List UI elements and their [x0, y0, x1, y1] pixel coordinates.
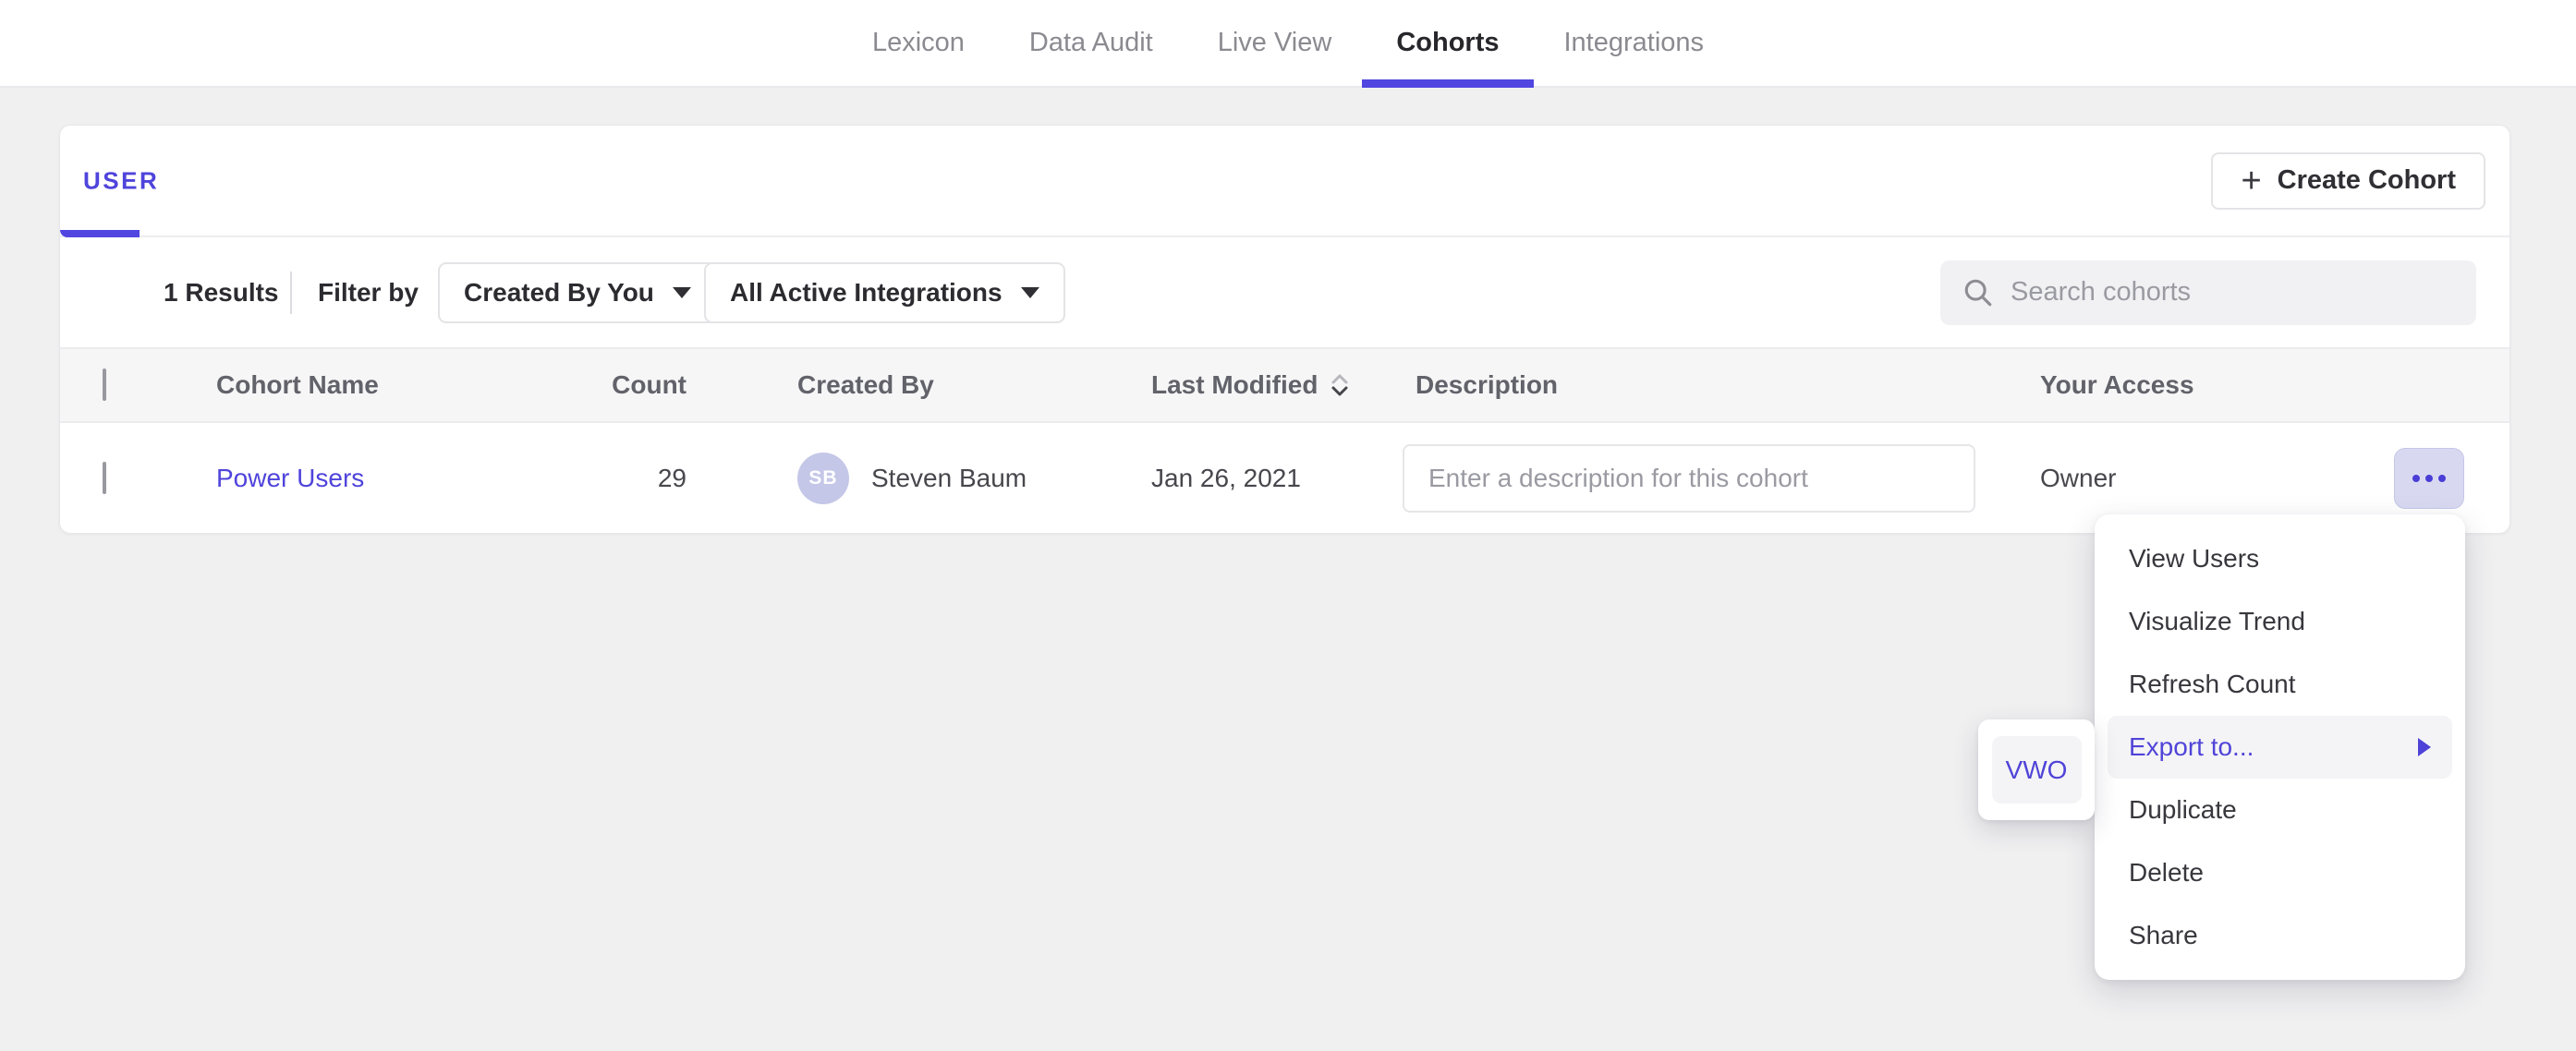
row-actions-menu: View Users Visualize Trend Refresh Count… — [2095, 514, 2465, 980]
plus-icon: + — [2241, 163, 2261, 199]
select-all-checkbox[interactable] — [103, 368, 106, 401]
export-submenu: VWO — [1978, 719, 2095, 820]
menu-item-label: Duplicate — [2129, 795, 2237, 825]
nav-tab-label: Cohorts — [1396, 28, 1499, 58]
menu-item-label: Share — [2129, 921, 2198, 950]
nav-tab-label: Lexicon — [872, 28, 965, 58]
header-created-by: Created By — [797, 370, 934, 400]
created-by-name: Steven Baum — [871, 464, 1027, 493]
menu-item-label: Refresh Count — [2129, 670, 2296, 699]
menu-item-label: Visualize Trend — [2129, 607, 2305, 636]
menu-item-refresh-count[interactable]: Refresh Count — [2108, 653, 2452, 716]
caret-down-icon — [1021, 287, 1039, 298]
header-description: Description — [1416, 370, 1558, 400]
access-value: Owner — [2040, 464, 2116, 493]
avatar: SB — [797, 453, 849, 504]
created-by-cell: SB Steven Baum — [797, 453, 1027, 504]
menu-item-visualize-trend[interactable]: Visualize Trend — [2108, 590, 2452, 653]
nav-tab-data-audit[interactable]: Data Audit — [1018, 0, 1164, 86]
submenu-item-vwo[interactable]: VWO — [1992, 736, 2082, 803]
row-actions-button[interactable] — [2394, 448, 2464, 509]
menu-item-export-to[interactable]: Export to... — [2108, 716, 2452, 779]
caret-down-icon — [673, 287, 691, 298]
vertical-divider — [290, 272, 292, 314]
header-count: Count — [531, 370, 687, 400]
created-by-dropdown[interactable]: Created By You — [438, 262, 717, 323]
header-cohort-name: Cohort Name — [216, 370, 379, 400]
menu-item-view-users[interactable]: View Users — [2108, 527, 2452, 590]
menu-item-label: View Users — [2129, 544, 2259, 574]
nav-tab-cohorts[interactable]: Cohorts — [1385, 0, 1510, 86]
cohort-count: 29 — [531, 464, 687, 493]
menu-item-label: Delete — [2129, 858, 2204, 888]
header-last-modified: Last Modified — [1151, 370, 1350, 400]
menu-item-share[interactable]: Share — [2108, 904, 2452, 967]
search-cohorts-input[interactable] — [2011, 277, 2454, 308]
sort-chevrons-icon[interactable] — [1330, 372, 1350, 398]
user-tab-underline — [60, 230, 140, 237]
nav-tab-lexicon[interactable]: Lexicon — [861, 0, 976, 86]
table-header-row: Cohort Name Count Created By Last Modifi… — [60, 347, 2509, 423]
menu-item-delete[interactable]: Delete — [2108, 841, 2452, 904]
integrations-dropdown[interactable]: All Active Integrations — [704, 262, 1065, 323]
menu-item-label: Export to... — [2129, 732, 2254, 762]
menu-item-duplicate[interactable]: Duplicate — [2108, 779, 2452, 841]
panel-tab-row: USER + Create Cohort — [60, 126, 2509, 237]
cohort-name-link[interactable]: Power Users — [216, 464, 364, 493]
integrations-dropdown-value: All Active Integrations — [730, 278, 1002, 308]
active-tab-underline — [1362, 79, 1534, 88]
nav-tab-label: Integrations — [1564, 28, 1705, 58]
filter-by-label: Filter by — [318, 278, 419, 308]
header-last-modified-label: Last Modified — [1151, 370, 1318, 400]
search-icon — [1962, 277, 1994, 308]
results-count: 1 Results — [164, 278, 279, 308]
description-input[interactable] — [1403, 444, 1975, 513]
cohorts-page: Lexicon Data Audit Live View Cohorts Int… — [0, 0, 2576, 1051]
nav-tab-live-view[interactable]: Live View — [1207, 0, 1343, 86]
triangle-right-icon — [2418, 738, 2431, 756]
row-checkbox[interactable] — [103, 462, 106, 494]
top-nav: Lexicon Data Audit Live View Cohorts Int… — [0, 0, 2576, 88]
header-your-access: Your Access — [2040, 370, 2194, 400]
last-modified-date: Jan 26, 2021 — [1151, 464, 1301, 493]
filter-row: 1 Results Filter by Created By You All A… — [60, 237, 2509, 347]
cohorts-panel: USER + Create Cohort 1 Results Filter by… — [59, 125, 2510, 534]
create-cohort-button[interactable]: + Create Cohort — [2211, 152, 2485, 210]
tab-user[interactable]: USER — [83, 166, 159, 195]
ellipsis-icon — [2412, 475, 2446, 482]
nav-tab-integrations[interactable]: Integrations — [1553, 0, 1716, 86]
create-cohort-label: Create Cohort — [2278, 165, 2456, 196]
search-box — [1940, 260, 2476, 325]
nav-tab-label: Live View — [1218, 28, 1332, 58]
nav-tab-label: Data Audit — [1029, 28, 1153, 58]
nav-tabs: Lexicon Data Audit Live View Cohorts Int… — [861, 0, 1715, 86]
created-by-dropdown-value: Created By You — [464, 278, 654, 308]
